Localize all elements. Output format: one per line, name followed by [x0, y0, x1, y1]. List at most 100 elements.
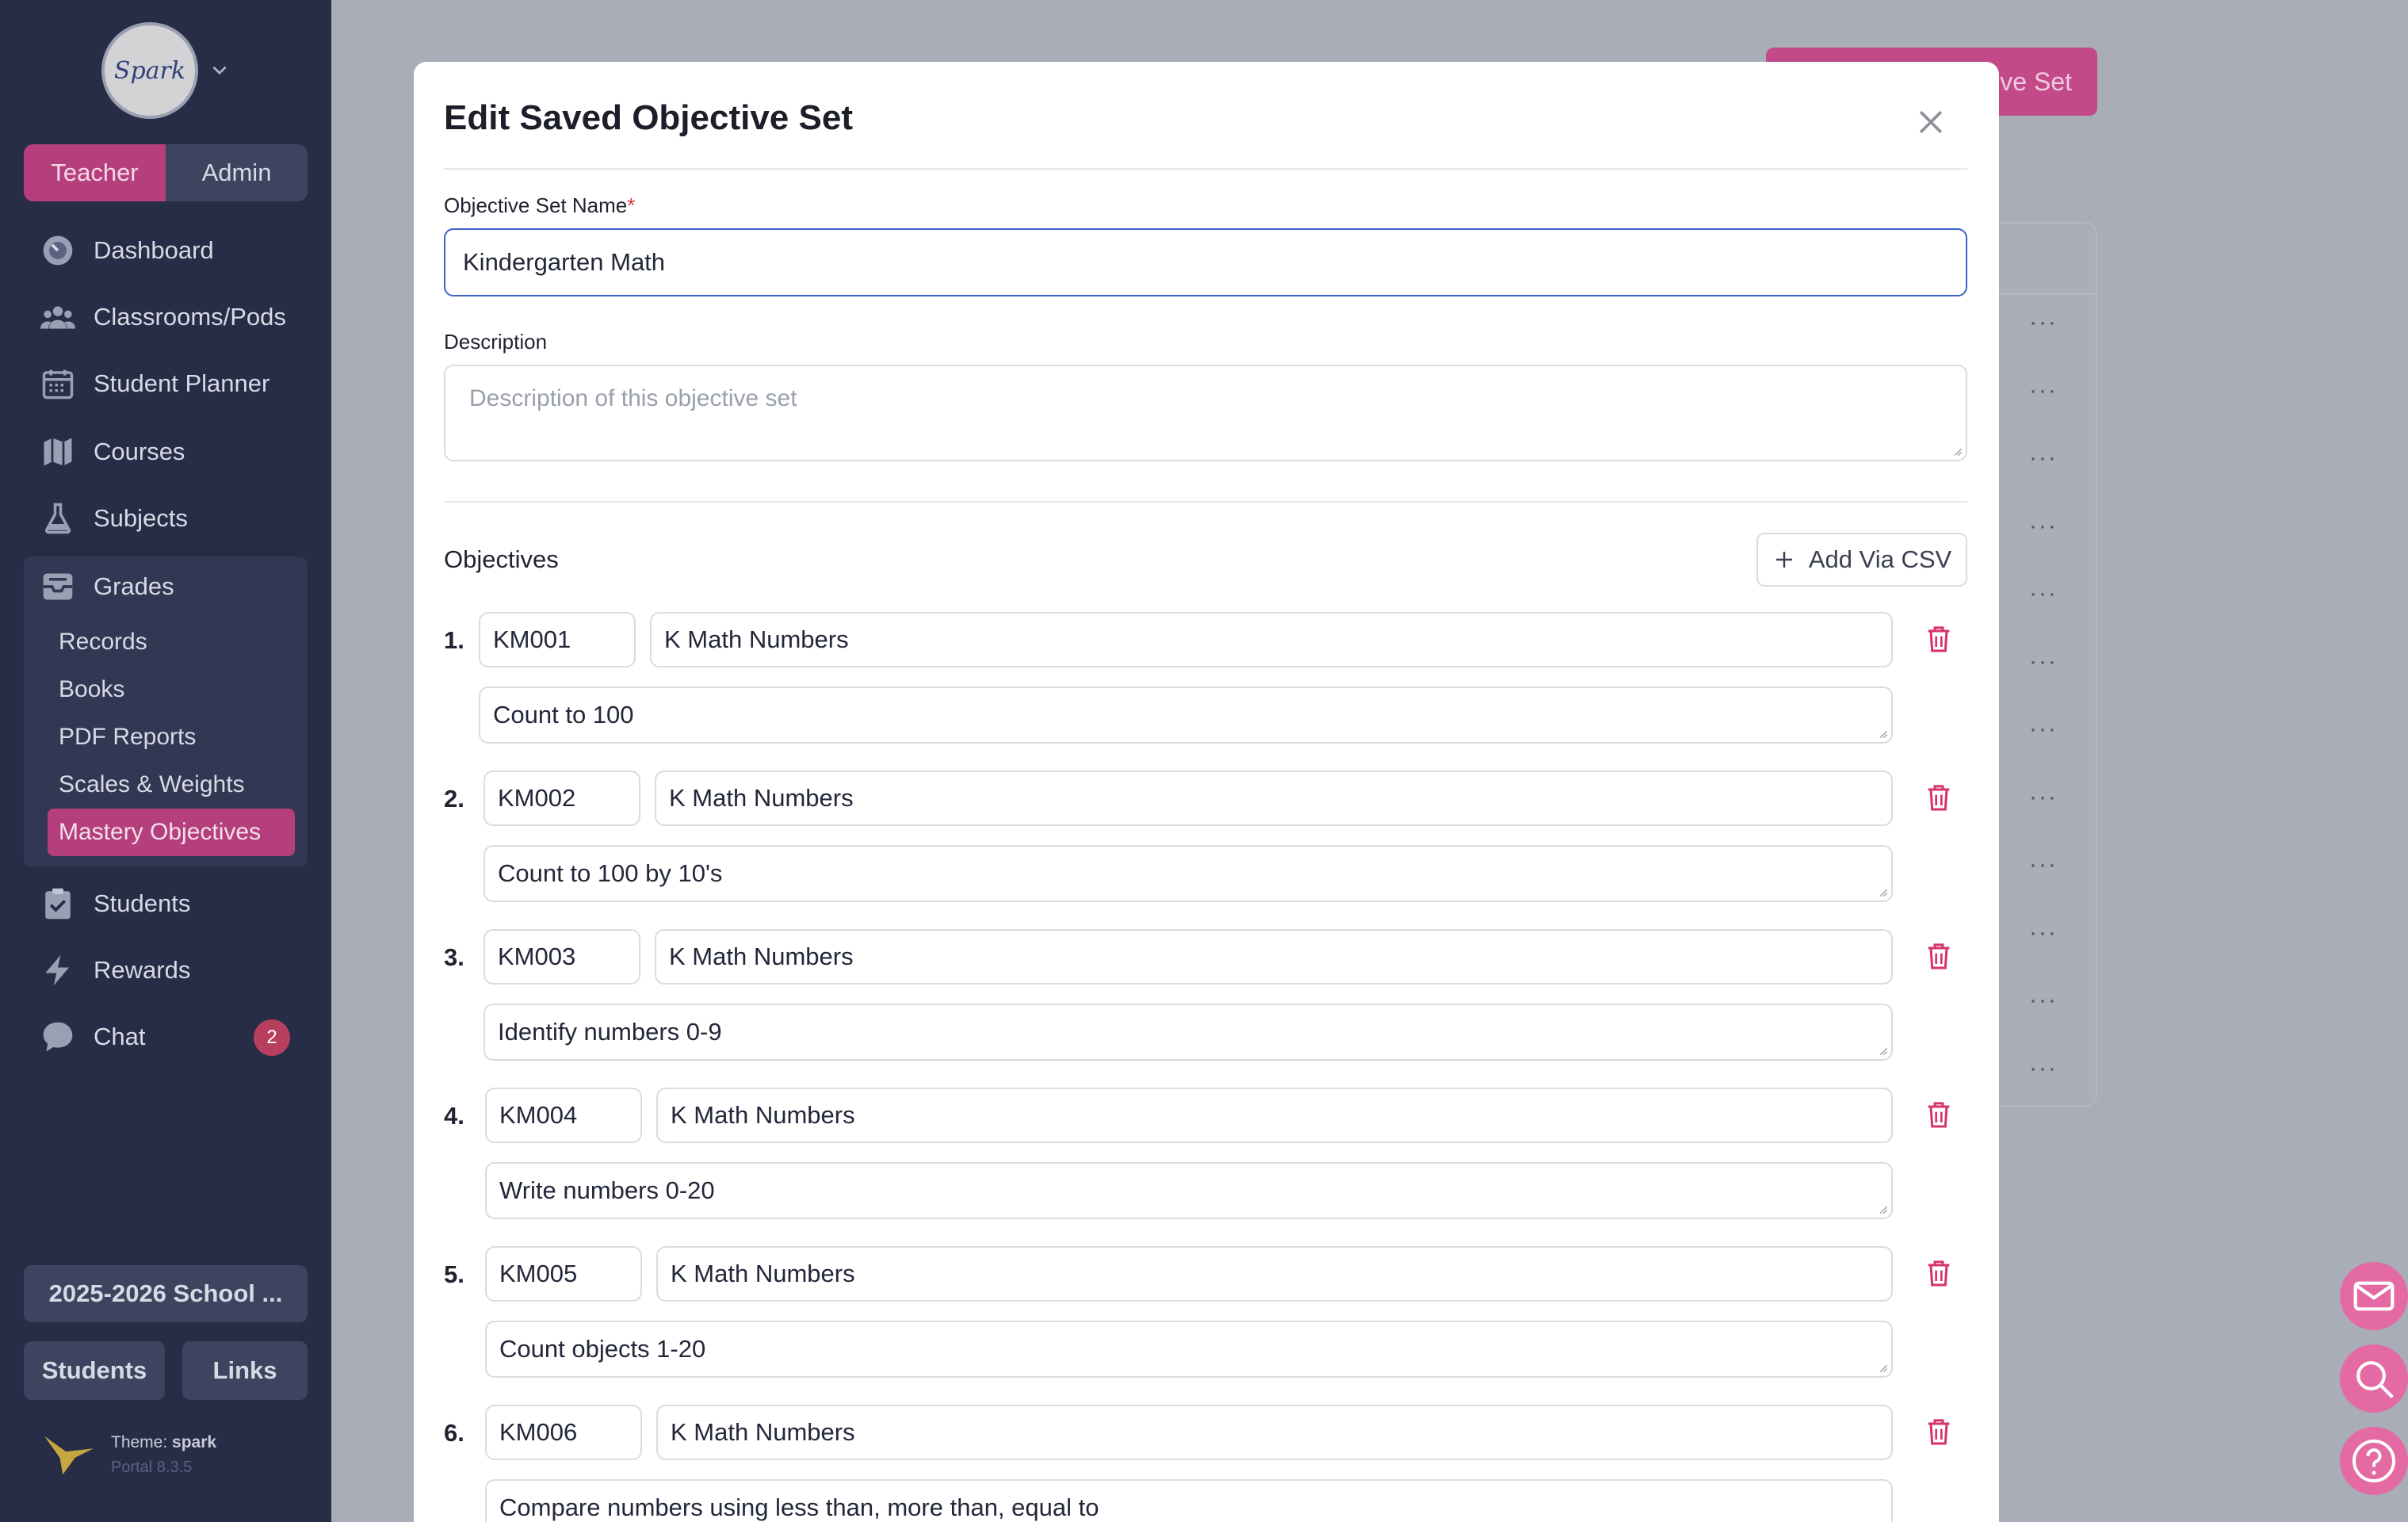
objective-description-input[interactable]: Compare numbers using less than, more th…: [485, 1479, 1893, 1522]
links-button[interactable]: Links: [182, 1341, 308, 1400]
nav-label: Classrooms/Pods: [94, 303, 286, 331]
row-menu-icon: ···: [2029, 580, 2058, 606]
objective-description-input[interactable]: Count objects 1-20: [485, 1321, 1893, 1378]
theme-name: spark: [172, 1433, 217, 1451]
objective-number: 1.: [444, 626, 464, 654]
objective-set-name-input[interactable]: Kindergarten Math: [444, 228, 1967, 296]
objective-description-input[interactable]: Write numbers 0-20: [485, 1162, 1893, 1219]
nav-sub-records[interactable]: Records: [59, 621, 147, 663]
objective-code-input[interactable]: KM004: [485, 1088, 642, 1143]
objective-description-text: Write numbers 0-20: [499, 1176, 715, 1204]
row-menu-icon: ···: [2029, 309, 2058, 335]
nav-classrooms[interactable]: Classrooms/Pods: [24, 285, 308, 349]
close-icon[interactable]: [1913, 105, 1948, 140]
delete-objective-icon[interactable]: [1923, 1416, 1955, 1447]
nav-sub-mastery-objectives[interactable]: Mastery Objectives: [48, 809, 295, 856]
row-menu-icon: ···: [2029, 377, 2058, 403]
objectives-heading: Objectives: [444, 545, 559, 573]
nav-label: Student Planner: [94, 369, 270, 397]
delete-objective-icon[interactable]: [1923, 782, 1955, 813]
objective-category-input[interactable]: K Math Numbers: [656, 1405, 1893, 1460]
flask-icon: [40, 500, 76, 537]
nav-rewards[interactable]: Rewards: [24, 939, 308, 1002]
row-menu-icon: ···: [2029, 1054, 2058, 1081]
resize-handle-icon[interactable]: [1877, 1362, 1888, 1373]
objective-description-input[interactable]: Identify numbers 0-9: [484, 1004, 1893, 1061]
role-tab-teacher[interactable]: Teacher: [24, 144, 166, 201]
sidebar: Spark Teacher Admin Dashboard Classrooms…: [0, 0, 331, 1522]
nav-label: Rewards: [94, 956, 191, 984]
delete-objective-icon[interactable]: [1923, 623, 1955, 655]
objective-description-text: Count to 100 by 10's: [498, 859, 723, 887]
objective-category-input[interactable]: K Math Numbers: [650, 612, 1893, 667]
modal-header-divider: [444, 168, 1967, 170]
calendar-icon: [40, 365, 76, 402]
nav-student-planner[interactable]: Student Planner: [24, 352, 308, 415]
delete-objective-icon[interactable]: [1923, 940, 1955, 972]
add-via-csv-button[interactable]: Add Via CSV: [1756, 533, 1967, 587]
bolt-icon: [40, 952, 76, 989]
objective-category-input[interactable]: K Math Numbers: [655, 771, 1893, 826]
objective-number: 5.: [444, 1260, 464, 1288]
objective-number: 2.: [444, 785, 464, 813]
school-logo[interactable]: Spark: [101, 22, 198, 119]
row-menu-icon: ···: [2029, 919, 2058, 946]
resize-handle-icon[interactable]: [1877, 1045, 1888, 1056]
nav-subjects[interactable]: Subjects: [24, 487, 308, 550]
spark-theme-icon: [44, 1436, 94, 1475]
chevron-down-icon[interactable]: [209, 60, 230, 81]
gauge-icon: [40, 232, 76, 269]
objective-code-input[interactable]: KM003: [484, 929, 640, 985]
role-tab-admin[interactable]: Admin: [166, 144, 308, 201]
resize-handle-icon[interactable]: [1951, 446, 1963, 457]
search-icon: [2356, 1361, 2394, 1398]
role-toggle: Teacher Admin: [24, 144, 308, 201]
add-via-csv-label: Add Via CSV: [1808, 545, 1952, 573]
resize-handle-icon[interactable]: [1877, 728, 1888, 739]
objective-code-input[interactable]: KM001: [479, 612, 636, 667]
objective-category-input[interactable]: K Math Numbers: [656, 1246, 1893, 1302]
students-button[interactable]: Students: [24, 1341, 165, 1400]
logo-text: Spark: [113, 56, 186, 85]
description-textarea[interactable]: Description of this objective set: [444, 365, 1967, 461]
mail-icon: [2353, 1281, 2395, 1311]
row-menu-icon: ···: [2029, 987, 2058, 1013]
objective-category-input[interactable]: K Math Numbers: [656, 1088, 1893, 1143]
row-menu-icon: ···: [2029, 445, 2058, 471]
nav-sub-pdf-reports[interactable]: PDF Reports: [59, 716, 196, 759]
row-menu-icon: ···: [2029, 783, 2058, 810]
resize-handle-icon[interactable]: [1877, 1203, 1888, 1214]
resize-handle-icon[interactable]: [1877, 886, 1888, 897]
nav-label: Subjects: [94, 504, 188, 532]
objective-code-input[interactable]: KM005: [485, 1246, 642, 1302]
objective-description-input[interactable]: Count to 100 by 10's: [484, 845, 1893, 902]
objective-code-input[interactable]: KM006: [485, 1405, 642, 1460]
delete-objective-icon[interactable]: [1923, 1257, 1955, 1289]
objective-code-input[interactable]: KM002: [484, 771, 640, 826]
help-fab[interactable]: [2340, 1427, 2408, 1495]
nav-label: Chat: [94, 1023, 146, 1050]
objective-description-text: Identify numbers 0-9: [498, 1018, 722, 1046]
background-divider: [1997, 293, 2097, 295]
row-menu-icon: ···: [2029, 851, 2058, 878]
objective-number: 6.: [444, 1419, 464, 1447]
nav-courses[interactable]: Courses: [24, 420, 308, 484]
name-label: Objective Set Name*: [444, 193, 635, 218]
objective-category-input[interactable]: K Math Numbers: [655, 929, 1893, 985]
nav-sub-scales-weights[interactable]: Scales & Weights: [59, 763, 245, 806]
objective-description-input[interactable]: Count to 100: [479, 686, 1893, 744]
nav-students[interactable]: Students: [24, 872, 308, 935]
delete-objective-icon[interactable]: [1923, 1099, 1955, 1130]
clipboard-icon: [40, 885, 76, 922]
name-label-text: Objective Set Name: [444, 193, 628, 217]
objective-number: 4.: [444, 1102, 464, 1130]
plus-icon: [1775, 552, 1792, 568]
nav-dashboard[interactable]: Dashboard: [24, 219, 308, 282]
search-fab[interactable]: [2340, 1344, 2408, 1413]
section-divider: [444, 501, 1967, 503]
nav-grades[interactable]: Grades: [24, 555, 308, 618]
mail-fab[interactable]: [2340, 1262, 2408, 1330]
chat-unread-badge: 2: [254, 1019, 290, 1056]
nav-sub-books[interactable]: Books: [59, 668, 124, 711]
school-year-selector[interactable]: 2025-2026 School ...: [24, 1265, 308, 1322]
